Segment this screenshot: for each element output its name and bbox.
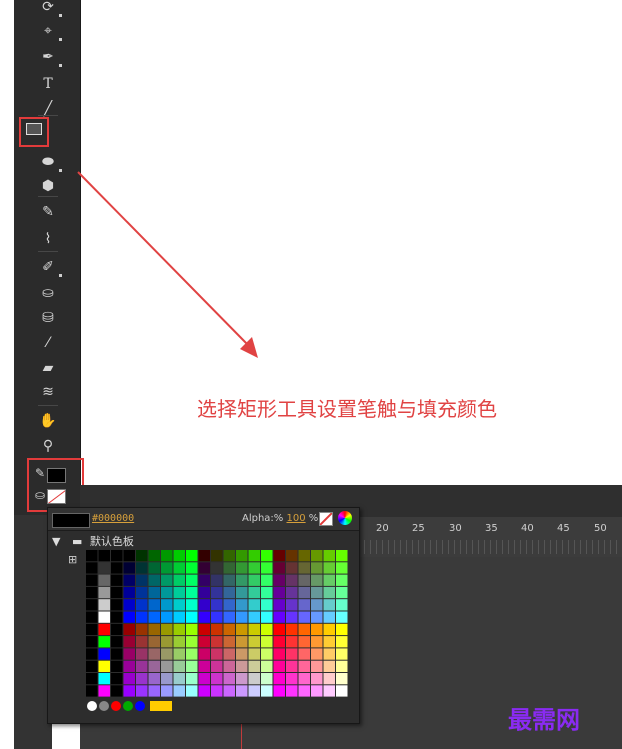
color-controls-highlight [27, 458, 84, 512]
ruler-label: 50 [594, 523, 607, 534]
width-tool-icon[interactable]: ≋ [38, 382, 58, 402]
window-left-edge [0, 0, 14, 749]
zoom-tool-icon[interactable]: ⚲ [38, 436, 58, 456]
line-tool-icon[interactable]: ╱ [38, 99, 58, 119]
swatch-grid[interactable] [86, 550, 354, 698]
bone-tool-icon[interactable]: ✐ [38, 257, 62, 277]
alpha-suffix: % [308, 513, 319, 524]
hex-value-field[interactable]: #000000 [92, 513, 134, 524]
hand-tool-icon[interactable]: ✋ [38, 411, 58, 431]
color-picker-wheel-icon[interactable] [338, 511, 352, 525]
color-swatches-popup: #000000 Alpha:% 100 % ▼ ▬ 默认色板 ⊞ [47, 507, 360, 724]
watermark-logo: 最需网 [508, 705, 580, 734]
ruler-label: 35 [485, 523, 498, 534]
toolbar-separator [38, 196, 58, 197]
paint-bucket-tool-icon[interactable]: ⛀ [38, 283, 58, 303]
polystar-tool-icon[interactable]: ⬢ [38, 176, 58, 196]
swatches-header: #000000 Alpha:% 100 % [48, 508, 359, 531]
folder-icon: ▬ [71, 535, 83, 548]
pen-tool-icon[interactable]: ✒ [38, 47, 62, 67]
chevron-down-icon: ▼ [52, 535, 61, 548]
alpha-control: Alpha:% 100 % [242, 513, 318, 524]
palette-folder-row[interactable]: ▼ ▬ 默认色板 [52, 533, 134, 549]
alpha-value-field[interactable]: 100 [287, 513, 306, 524]
gradient-swatches[interactable] [86, 700, 186, 712]
toolbar-separator [38, 251, 58, 252]
eyedropper-tool-icon[interactable]: ⁄ [38, 333, 58, 353]
ink-bottle-tool-icon[interactable]: ⛁ [38, 308, 58, 328]
grid-view-icon[interactable]: ⊞ [68, 553, 77, 566]
toolbar-separator [38, 405, 58, 406]
tools-panel: ⟳ ⌖ ✒ T ╱ ⬬ ⬢ ✎ ⌇ ✐ ⛀ ⛁ ⁄ ▰ ≋ ✋ ⚲ [14, 0, 81, 515]
rectangle-tool-icon[interactable] [26, 123, 42, 135]
eraser-tool-icon[interactable]: ▰ [38, 358, 58, 378]
brush-tool-icon[interactable]: ⌇ [38, 229, 58, 249]
timeline-frame-ticks [358, 540, 622, 554]
ruler-label: 25 [412, 523, 425, 534]
no-color-button[interactable] [319, 512, 333, 526]
palette-name: 默认色板 [89, 535, 134, 548]
toolbar-separator [38, 115, 58, 116]
annotation-text: 选择矩形工具设置笔触与填充颜色 [197, 397, 497, 421]
oval-tool-icon[interactable]: ⬬ [38, 152, 62, 172]
current-color-preview [52, 513, 90, 528]
ruler-label: 45 [557, 523, 570, 534]
alpha-label: Alpha:% [242, 513, 284, 524]
text-tool-icon[interactable]: T [38, 74, 58, 94]
ruler-label: 20 [376, 523, 389, 534]
ruler-label: 40 [521, 523, 534, 534]
subselection-tool-icon[interactable]: ⟳ [38, 0, 62, 17]
lasso-tool-icon[interactable]: ⌖ [38, 21, 62, 41]
ruler-label: 30 [449, 523, 462, 534]
pencil-tool-icon[interactable]: ✎ [38, 202, 58, 222]
